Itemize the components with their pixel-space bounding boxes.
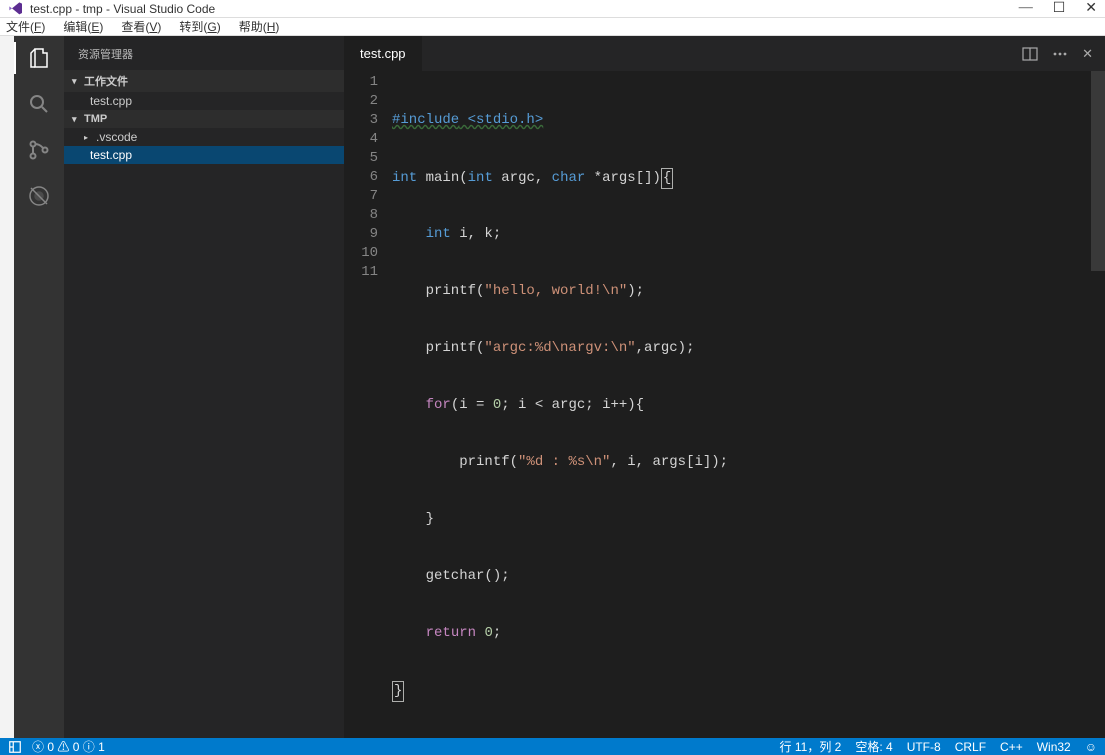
tab-testcpp[interactable]: test.cpp <box>344 36 422 71</box>
menu-edit[interactable]: 编辑(E) <box>63 18 103 35</box>
menu-file[interactable]: 文件(F) <box>6 18 45 35</box>
workbench: 资源管理器 ▾工作文件 test.cpp ▾TMP ▸.vscode test.… <box>14 36 1105 738</box>
statusbar: ⓧ 0 ⚠ 0 ⓘ 1 行 11，列 2 空格: 4 UTF-8 CRLF C+… <box>0 738 1105 755</box>
menubar: 文件(F) 编辑(E) 查看(V) 转到(G) 帮助(H) <box>0 18 1105 36</box>
remote-icon[interactable] <box>8 740 22 754</box>
folder-name: TMP <box>84 113 107 125</box>
vscode-icon <box>8 1 24 17</box>
status-encoding[interactable]: UTF-8 <box>907 740 941 754</box>
status-eol[interactable]: CRLF <box>955 740 986 754</box>
close-button[interactable]: ✕ <box>1085 0 1097 17</box>
split-editor-icon[interactable] <box>1022 46 1038 62</box>
menu-goto[interactable]: 转到(G) <box>179 18 220 35</box>
titlebar: test.cpp - tmp - Visual Studio Code ― ☐ … <box>0 0 1105 18</box>
activitybar <box>14 36 64 738</box>
scm-icon[interactable] <box>25 136 53 164</box>
status-language[interactable]: C++ <box>1000 740 1023 754</box>
maximize-button[interactable]: ☐ <box>1053 0 1066 17</box>
external-strip <box>0 36 14 738</box>
line-gutter: 123 456 789 1011 <box>344 73 392 738</box>
menu-help[interactable]: 帮助(H) <box>239 18 280 35</box>
status-problems[interactable]: ⓧ 0 ⚠ 0 ⓘ 1 <box>32 738 105 755</box>
minimize-button[interactable]: ― <box>1019 0 1033 17</box>
open-editor-item[interactable]: test.cpp <box>64 92 344 110</box>
open-editors-label: 工作文件 <box>84 73 128 89</box>
status-cursor[interactable]: 行 11，列 2 <box>780 738 842 755</box>
status-spaces[interactable]: 空格: 4 <box>855 738 892 755</box>
folder-vscode[interactable]: ▸.vscode <box>64 128 344 146</box>
window-title: test.cpp - tmp - Visual Studio Code <box>30 2 1019 16</box>
menu-view[interactable]: 查看(V) <box>121 18 161 35</box>
tabbar: test.cpp ✕ <box>344 36 1105 71</box>
folder-header[interactable]: ▾TMP <box>64 110 344 128</box>
status-target[interactable]: Win32 <box>1037 740 1071 754</box>
feedback-icon[interactable]: ☺ <box>1085 740 1097 754</box>
sidebar: 资源管理器 ▾工作文件 test.cpp ▾TMP ▸.vscode test.… <box>64 36 344 738</box>
close-all-icon[interactable]: ✕ <box>1082 46 1093 62</box>
explorer-title: 资源管理器 <box>64 36 344 70</box>
search-icon[interactable] <box>25 90 53 118</box>
explorer-icon[interactable] <box>25 44 53 72</box>
minimap-slider[interactable] <box>1091 71 1105 271</box>
editor-group: test.cpp ✕ 123 456 789 1011 #include <st… <box>344 36 1105 738</box>
code-content[interactable]: #include <stdio.h> int main(int argc, ch… <box>392 73 1105 738</box>
debug-icon[interactable] <box>25 182 53 210</box>
code-editor[interactable]: 123 456 789 1011 #include <stdio.h> int … <box>344 71 1105 738</box>
open-editors-header[interactable]: ▾工作文件 <box>64 70 344 92</box>
file-testcpp[interactable]: test.cpp <box>64 146 344 164</box>
more-icon[interactable] <box>1052 46 1068 62</box>
